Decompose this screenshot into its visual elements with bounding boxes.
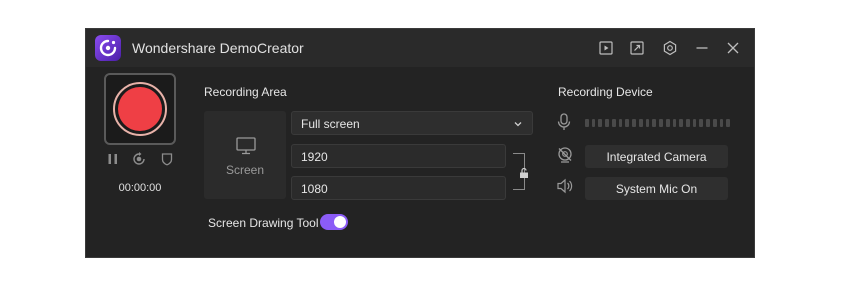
system-mic-button[interactable]: System Mic On [585, 177, 728, 200]
recording-timer: 00:00:00 [118, 182, 162, 194]
recording-device-title: Recording Device [558, 85, 653, 99]
record-dot [118, 87, 162, 131]
toggle-knob [334, 216, 346, 228]
shield-icon[interactable] [159, 151, 175, 167]
unlock-icon[interactable] [518, 166, 530, 184]
democreator-window: Wondershare DemoCreator 00:00:00 Recordi… [85, 28, 755, 258]
close-icon[interactable] [723, 38, 743, 58]
height-field[interactable]: 1080 [291, 176, 506, 200]
recording-area-title: Recording Area [204, 85, 287, 99]
width-field[interactable]: 1920 [291, 144, 506, 168]
screen-label: Screen [225, 163, 265, 177]
capture-mode-value: Full screen [301, 117, 360, 131]
minimize-icon[interactable] [692, 38, 712, 58]
speaker-icon[interactable] [556, 178, 574, 199]
integrated-camera-button[interactable]: Integrated Camera [585, 145, 728, 168]
camera-off-icon[interactable] [556, 146, 574, 169]
pause-icon[interactable] [105, 151, 121, 167]
chevron-down-icon [514, 122, 522, 127]
window-title: Wondershare DemoCreator [132, 40, 304, 56]
restart-icon[interactable] [131, 151, 147, 167]
play-icon[interactable] [596, 38, 616, 58]
title-bar: Wondershare DemoCreator [86, 29, 754, 67]
screen-drawing-label: Screen Drawing Tool [208, 216, 319, 230]
monitor-icon [236, 137, 256, 155]
microphone-icon[interactable] [556, 113, 572, 136]
audio-level-meter [585, 119, 731, 127]
screen-mode-button[interactable]: Screen [204, 111, 286, 199]
screen-drawing-toggle[interactable] [320, 214, 348, 230]
record-button[interactable] [104, 73, 176, 145]
settings-icon[interactable] [660, 38, 680, 58]
record-ring [113, 82, 167, 136]
export-icon[interactable] [627, 38, 647, 58]
logo-icon [95, 35, 121, 61]
capture-mode-dropdown[interactable]: Full screen [291, 111, 533, 135]
